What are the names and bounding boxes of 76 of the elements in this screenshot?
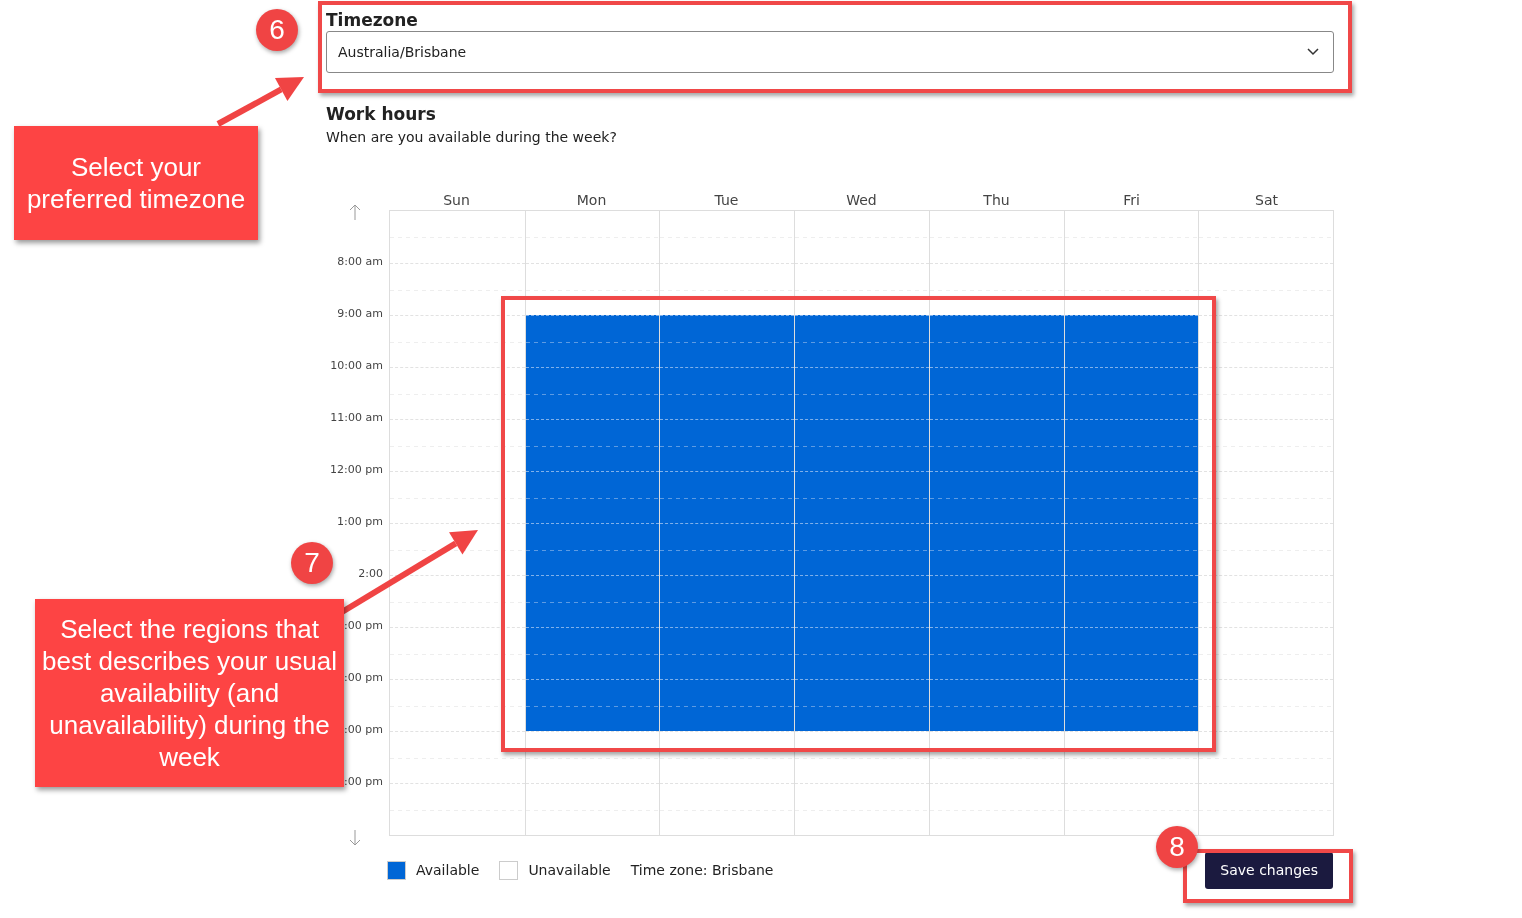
time-label: 11:00 am [330,409,383,426]
time-slot[interactable] [525,418,660,471]
time-slot[interactable] [1064,678,1199,731]
time-slot[interactable] [525,626,660,679]
arrow-down-icon[interactable] [348,829,362,847]
callout-note: Select the regions that best describes your usual availability (and unavailability) during the week [35,599,344,787]
timezone-select[interactable]: Australia/Brisbane [326,31,1334,74]
time-slot[interactable] [795,366,929,419]
legend-swatch [387,860,406,880]
day-header: Wed [845,190,878,210]
timezone-note: Time zone: Brisbane [630,860,774,880]
time-label: 10:00 am [330,357,383,374]
legend-swatch-empty [499,860,519,880]
time-slot[interactable] [660,314,795,367]
time-slot[interactable] [1064,418,1199,471]
time-slot[interactable] [525,470,660,523]
day-header: Mon [575,190,608,210]
chevron-down-icon [1307,48,1319,57]
time-slot[interactable] [929,574,1064,627]
time-slot[interactable] [1064,626,1199,679]
time-slot[interactable] [525,522,660,575]
time-slot[interactable] [795,574,929,627]
time-slot[interactable] [660,574,795,627]
time-slot[interactable] [660,470,795,523]
timezone-label: Timezone [326,10,419,31]
time-slot[interactable] [660,418,795,471]
day-header: Fri [1122,190,1141,210]
callout-note: Select your preferred timezone [14,126,258,240]
time-slot[interactable] [929,314,1064,367]
time-slot[interactable] [660,366,795,419]
day-header: Tue [713,190,740,210]
time-label: 1:00 pm [337,513,383,530]
time-slot[interactable] [795,418,929,471]
time-slot[interactable] [660,678,795,731]
time-label: :00 pm [344,669,383,686]
time-slot[interactable] [929,418,1064,471]
time-slot[interactable] [795,314,929,367]
arrow-up-icon[interactable] [348,203,362,221]
section-subtitle: When are you available during the week? [326,127,618,147]
time-slot[interactable] [795,522,929,575]
time-label: 2:00 [358,565,383,582]
time-slot[interactable] [929,366,1064,419]
step-number: 8 [1156,826,1198,868]
step-number: 6 [256,9,298,51]
day-header: Thu [982,190,1011,210]
time-slot[interactable] [525,574,660,627]
time-slot[interactable] [929,678,1064,731]
time-slot[interactable] [795,626,929,679]
time-slot[interactable] [795,678,929,731]
time-slot[interactable] [929,522,1064,575]
time-slot[interactable] [525,366,660,419]
time-slot[interactable] [929,626,1064,679]
time-slot[interactable] [1064,366,1199,419]
time-slot[interactable] [660,626,795,679]
time-label: 12:00 pm [330,461,383,478]
time-label: :00 pm [344,721,383,738]
section-title: Work hours [326,104,437,125]
time-slot[interactable] [1064,470,1199,523]
day-header: Sun [442,190,471,210]
time-label: 9:00 am [337,305,383,322]
legend-label: Available [416,860,480,880]
time-slot[interactable] [1064,314,1199,367]
legend-label: Unavailable [528,860,611,880]
time-slot[interactable] [525,314,660,367]
time-slot[interactable] [795,470,929,523]
time-slot[interactable] [660,522,795,575]
save-button[interactable]: Save changes [1205,851,1333,889]
step-number: 7 [291,542,333,584]
time-label: :00 pm [344,617,383,634]
day-header: Sat [1254,190,1279,210]
time-slot[interactable] [525,678,660,731]
time-slot[interactable] [1064,522,1199,575]
time-slot[interactable] [929,470,1064,523]
time-label: :00 pm [344,773,383,790]
time-slot[interactable] [1064,574,1199,627]
time-label: 8:00 am [337,253,383,270]
